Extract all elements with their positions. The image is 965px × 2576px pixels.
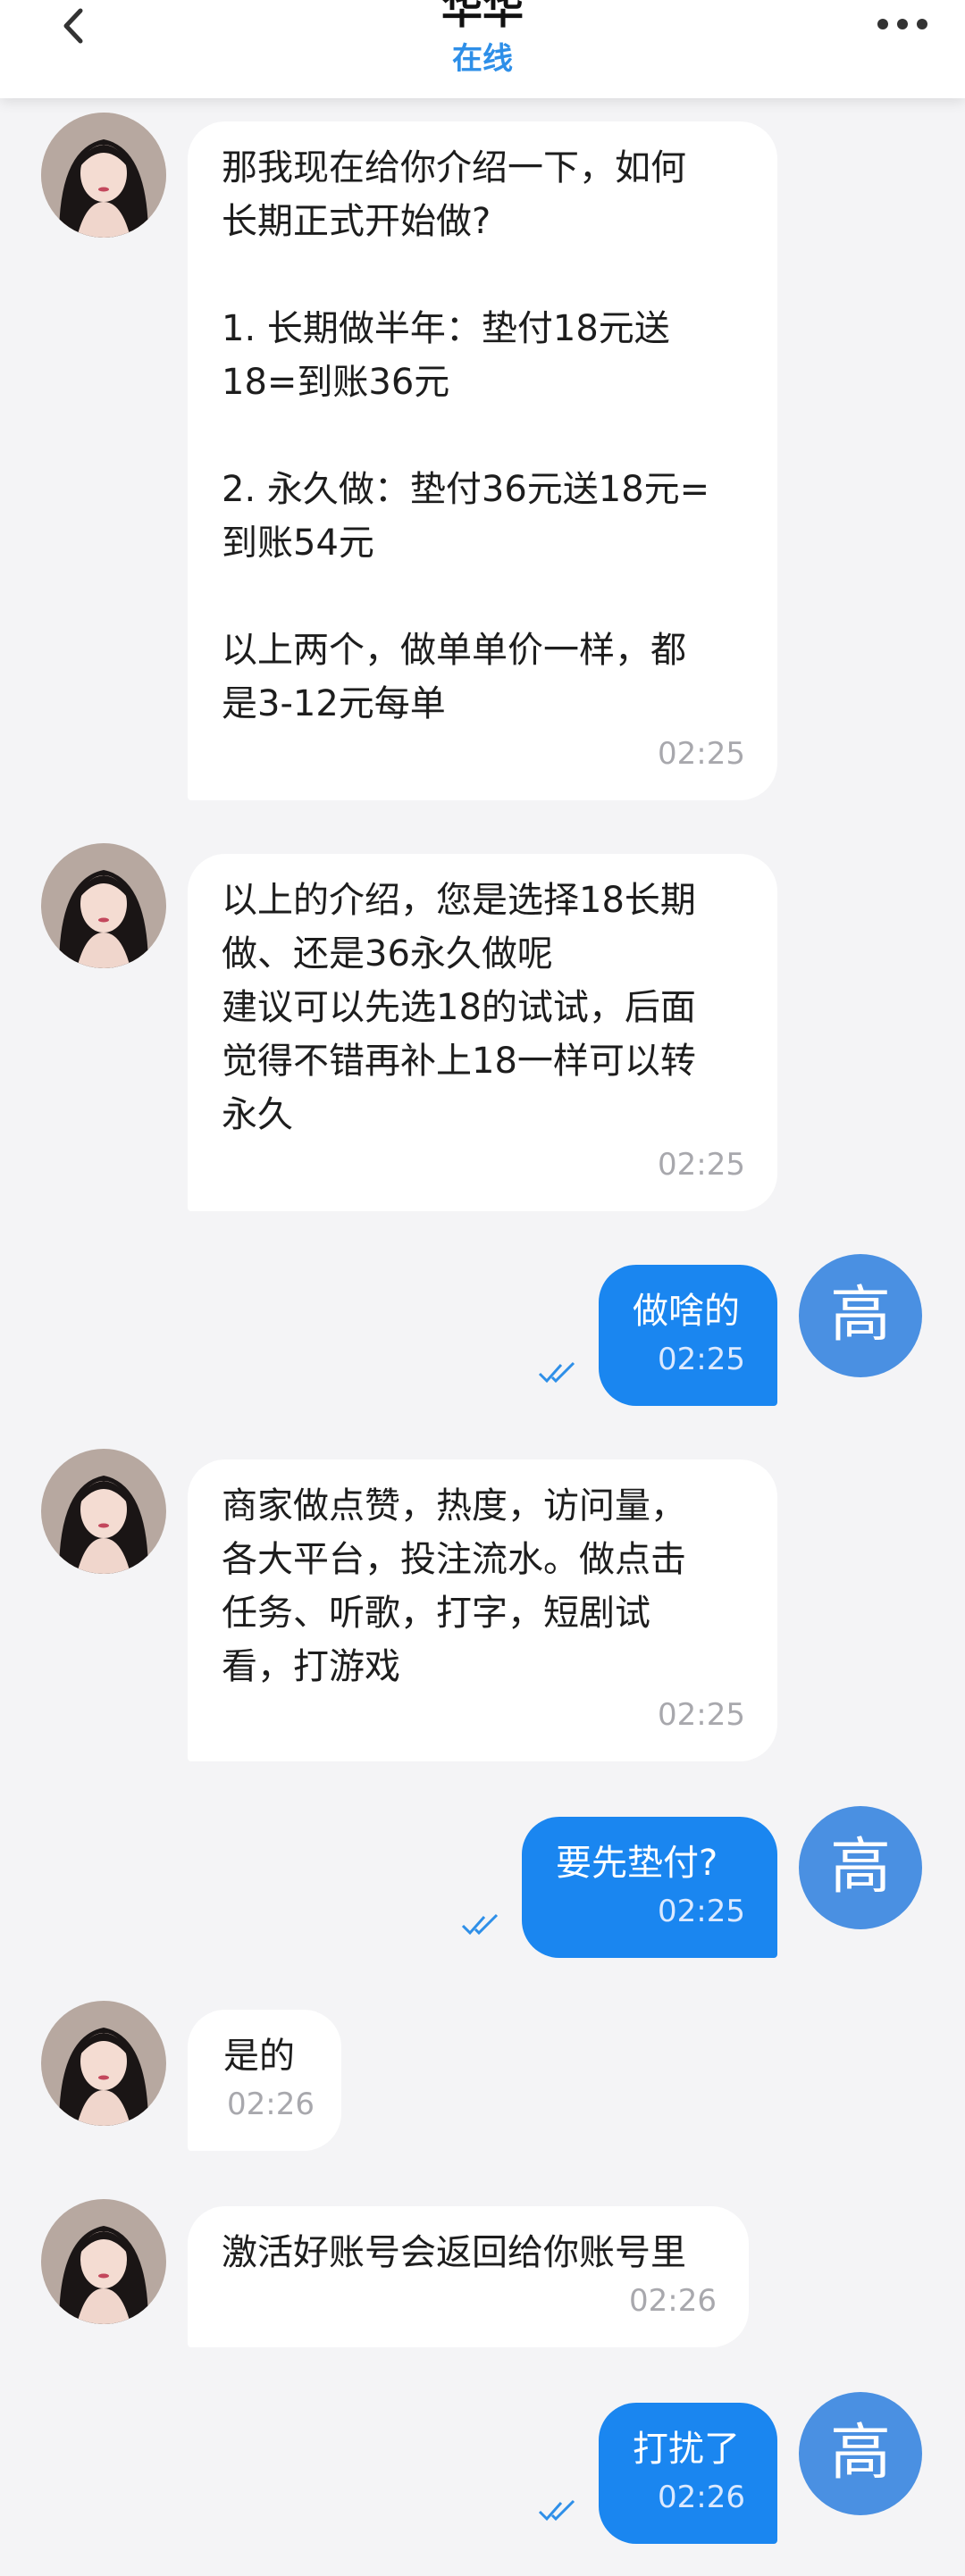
message-bubble-outgoing[interactable]: 要先垫付? 02:25 (522, 1817, 777, 1958)
message-text: 以上的介绍，您是选择18长期 做、还是36永久做呢 建议可以先选18的试试，后面… (222, 880, 696, 1135)
message-time: 02:25 (658, 1342, 745, 1377)
contact-avatar[interactable] (41, 843, 166, 968)
message-text: 激活好账号会返回给你账号里 (222, 2232, 686, 2273)
message-bubble-outgoing[interactable]: 做啥的 02:25 (599, 1265, 777, 1406)
chat-header: 华华 在线 (0, 0, 965, 98)
message-time: 02:25 (658, 1894, 745, 1929)
read-receipt-icon (538, 1361, 575, 1384)
contact-avatar[interactable] (41, 1449, 166, 1574)
message-bubble-incoming[interactable]: 以上的介绍，您是选择18长期 做、还是36永久做呢 建议可以先选18的试试，后面… (188, 854, 777, 1211)
message-text: 商家做点赞，热度，访问量， 各大平台，投注流水。做点击 任务、听歌，打字，短剧试… (222, 1485, 686, 1687)
contact-avatar[interactable] (41, 2001, 166, 2126)
message-bubble-incoming[interactable]: 是的 02:26 (188, 2010, 341, 2151)
message-time: 02:25 (658, 1697, 745, 1733)
message-text: 是的 (223, 2036, 295, 2077)
message-bubble-incoming[interactable]: 那我现在给你介绍一下，如何 长期正式开始做? 1. 长期做半年：垫付18元送 1… (188, 121, 777, 800)
message-time: 02:25 (658, 736, 745, 772)
message-bubble-outgoing[interactable]: 打扰了 02:26 (599, 2403, 777, 2544)
message-bubble-incoming[interactable]: 商家做点赞，热度，访问量， 各大平台，投注流水。做点击 任务、听歌，打字，短剧试… (188, 1459, 777, 1761)
message-time: 02:26 (227, 2087, 315, 2122)
message-time: 02:25 (658, 1147, 745, 1183)
contact-name: 华华 (441, 0, 524, 33)
message-time: 02:26 (658, 2480, 745, 2515)
message-text: 打扰了 (633, 2429, 740, 2470)
message-text: 要先垫付? (556, 1843, 718, 1884)
my-avatar[interactable]: 高 (799, 2392, 922, 2515)
message-text: 做啥的 (633, 1291, 740, 1332)
message-time: 02:26 (629, 2283, 717, 2319)
message-text: 那我现在给你介绍一下，如何 长期正式开始做? 1. 长期做半年：垫付18元送 1… (222, 147, 710, 724)
my-avatar[interactable]: 高 (799, 1254, 922, 1377)
more-options-icon[interactable] (874, 11, 931, 38)
contact-avatar[interactable] (41, 113, 166, 238)
read-receipt-icon (538, 2499, 575, 2522)
read-receipt-icon (461, 1913, 499, 1936)
message-bubble-incoming[interactable]: 激活好账号会返回给你账号里 02:26 (188, 2206, 749, 2347)
contact-avatar[interactable] (41, 2199, 166, 2324)
online-status: 在线 (452, 41, 513, 77)
my-avatar[interactable]: 高 (799, 1806, 922, 1929)
